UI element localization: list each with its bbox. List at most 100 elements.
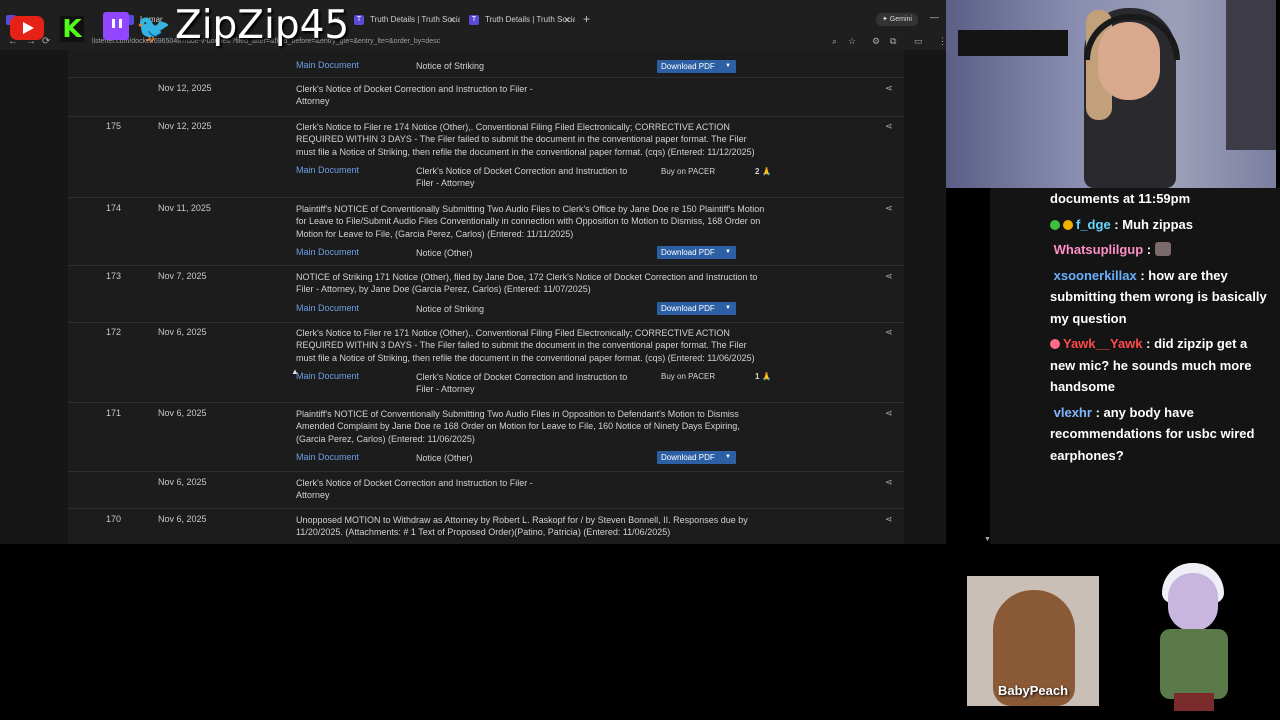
extensions-puzzle-icon[interactable]: ⧉ [890, 33, 896, 50]
chat-text: : [1146, 242, 1152, 257]
buy-on-pacer-button[interactable]: Buy on PACER [661, 372, 715, 381]
caret-down-icon: ▼ [725, 305, 731, 311]
chat-username[interactable]: xsoonerkillax [1054, 268, 1137, 283]
pacer-count-value: 2 [755, 167, 760, 176]
main-document-link[interactable]: Main Document [296, 60, 359, 70]
twitter-icon: 🐦 [136, 13, 171, 44]
truth-social-favicon-icon: T [469, 15, 479, 25]
chat-messages: documents at 11:59pm f_dge : Muh zippas … [1050, 188, 1275, 468]
main-document-link[interactable]: Main Document [296, 303, 359, 313]
download-pdf-button[interactable]: Download PDF ▼ [657, 302, 736, 315]
share-icon[interactable]: ⋖ [885, 203, 893, 214]
extension-icon[interactable]: ⚙ [872, 33, 880, 50]
tab-title: Truth Details | Truth Social [485, 15, 575, 24]
entry-description: Clerk's Notice of Docket Correction and … [296, 84, 533, 107]
bookshelf [1226, 0, 1276, 150]
browser-tab[interactable]: T Truth Details | Truth Social ✕ [348, 10, 460, 30]
entry-description: NOTICE of Striking 171 Notice (Other), f… [296, 272, 758, 295]
avatar-legs [1174, 693, 1214, 711]
entry-date: Nov 11, 2025 [158, 203, 211, 213]
entry-description: Plaintiff's NOTICE of Conventionally Sub… [296, 409, 740, 444]
mouse-cursor-icon: ▲ [291, 367, 299, 376]
tab-close-icon[interactable]: ✕ [563, 10, 571, 30]
entry-date: Nov 7, 2025 [158, 271, 207, 281]
table-row: 173 Nov 7, 2025 NOTICE of Striking 171 N… [68, 266, 904, 323]
zoom-icon[interactable]: ⌕ [832, 33, 837, 50]
download-pdf-label: Download PDF [661, 248, 715, 257]
entry-description: Plaintiff's NOTICE of Conventionally Sub… [296, 204, 765, 239]
table-row: 170 Nov 6, 2025 Unopposed MOTION to With… [68, 509, 904, 544]
chat-message: f_dge : Muh zippas [1050, 214, 1275, 236]
entry-date: Nov 6, 2025 [158, 327, 207, 337]
main-document-link[interactable]: Main Document [296, 452, 359, 462]
gold-badge-icon [1063, 219, 1073, 230]
scroll-down-icon[interactable]: ▼ [984, 536, 991, 543]
bookmark-star-icon[interactable]: ☆ [848, 33, 856, 50]
kick-icon: K [60, 16, 84, 42]
download-pdf-button[interactable]: Download PDF ▼ [657, 246, 736, 259]
chat-username[interactable]: Yawk__Yawk [1063, 336, 1143, 351]
browser-tab[interactable]: T Truth Details | Truth Social ✕ [463, 10, 575, 30]
share-icon[interactable]: ⋖ [885, 83, 893, 94]
main-document-link[interactable]: Main Document [296, 247, 359, 257]
buy-on-pacer-button[interactable]: Buy on PACER [661, 167, 715, 176]
entry-description: Clerk's Notice to Filer re 171 Notice (O… [296, 328, 755, 363]
entry-description: Unopposed MOTION to Withdraw as Attorney… [296, 515, 748, 538]
chat-message: Whatsuplilgup : [1050, 239, 1275, 261]
table-row: 171 Nov 6, 2025 Plaintiff's NOTICE of Co… [68, 403, 904, 472]
share-icon[interactable]: ⋖ [885, 477, 893, 488]
chat-username[interactable]: Whatsuplilgup [1054, 242, 1144, 257]
keyboard-piano [958, 30, 1068, 56]
streamer-handle: ZipZip45 [175, 3, 350, 48]
new-tab-button[interactable]: + [583, 10, 597, 28]
entry-description: Clerk's Notice of Docket Correction and … [296, 478, 533, 501]
download-pdf-button[interactable]: Download PDF ▼ [657, 60, 736, 73]
share-icon[interactable]: ⋖ [885, 514, 893, 525]
sparkle-badge-icon [1050, 219, 1060, 230]
table-row: 175 Nov 12, 2025 Clerk's Notice to Filer… [68, 116, 904, 198]
share-icon[interactable]: ⋖ [885, 327, 893, 338]
gemini-button[interactable]: ✦ Gemini [876, 13, 918, 26]
entry-number: 173 [106, 271, 122, 281]
download-pdf-label: Download PDF [661, 453, 715, 462]
caret-down-icon: ▼ [725, 454, 731, 460]
pacer-count-value: 1 [755, 372, 760, 381]
table-row: Nov 6, 2025 Clerk's Notice of Docket Cor… [68, 472, 904, 509]
entry-date: Nov 12, 2025 [158, 121, 212, 131]
table-row: Main Document Notice of Striking Downloa… [68, 50, 904, 78]
table-row: Nov 12, 2025 Clerk's Notice of Docket Co… [68, 78, 904, 117]
main-document-link[interactable]: Main Document [296, 165, 359, 175]
share-icon[interactable]: ⋖ [885, 271, 893, 282]
entry-description: Clerk's Notice to Filer re 174 Notice (O… [296, 122, 755, 157]
chat-username[interactable]: f_dge [1076, 217, 1111, 232]
main-document-link[interactable]: Main Document [296, 371, 359, 381]
share-icon[interactable]: ⋖ [885, 121, 893, 132]
chat-username[interactable]: vlexhr [1054, 405, 1092, 420]
sidepanel-icon[interactable]: ▭ [914, 33, 923, 50]
attachment-description: Clerk's Notice of Docket Correction and … [416, 372, 628, 395]
entry-number: 172 [106, 327, 122, 337]
share-icon[interactable]: ⋖ [885, 408, 893, 419]
chat-message: documents at 11:59pm [1050, 188, 1275, 210]
docket-page: Main Document Notice of Striking Downloa… [0, 50, 946, 544]
table-row: 172 Nov 6, 2025 Clerk's Notice to Filer … [68, 322, 904, 403]
youtube-icon [10, 16, 44, 40]
caret-down-icon: ▼ [725, 63, 731, 69]
streamer-webcam [946, 0, 1276, 188]
chat-message: vlexhr : any body have recommendations f… [1050, 402, 1275, 467]
guest-name: BabyPeach [997, 683, 1069, 698]
download-pdf-label: Download PDF [661, 304, 715, 313]
elf-avatar [1138, 563, 1250, 713]
entry-date: Nov 6, 2025 [158, 408, 207, 418]
guest-webcam: BabyPeach [967, 576, 1099, 706]
attachment-description: Notice (Other) [416, 248, 473, 258]
pacer-count: 2 🙏 [755, 167, 772, 176]
truth-social-favicon-icon: T [354, 15, 364, 25]
entry-number: 174 [106, 203, 122, 213]
pray-icon: 🙏 [761, 167, 772, 176]
table-row: 174 Nov 11, 2025 Plaintiff's NOTICE of C… [68, 198, 904, 266]
tab-close-icon[interactable]: ✕ [448, 10, 456, 30]
minimize-icon[interactable]: — [930, 12, 939, 22]
download-pdf-button[interactable]: Download PDF ▼ [657, 451, 736, 464]
stream-social-overlay: K 🐦 ZipZip45 [0, 4, 349, 48]
